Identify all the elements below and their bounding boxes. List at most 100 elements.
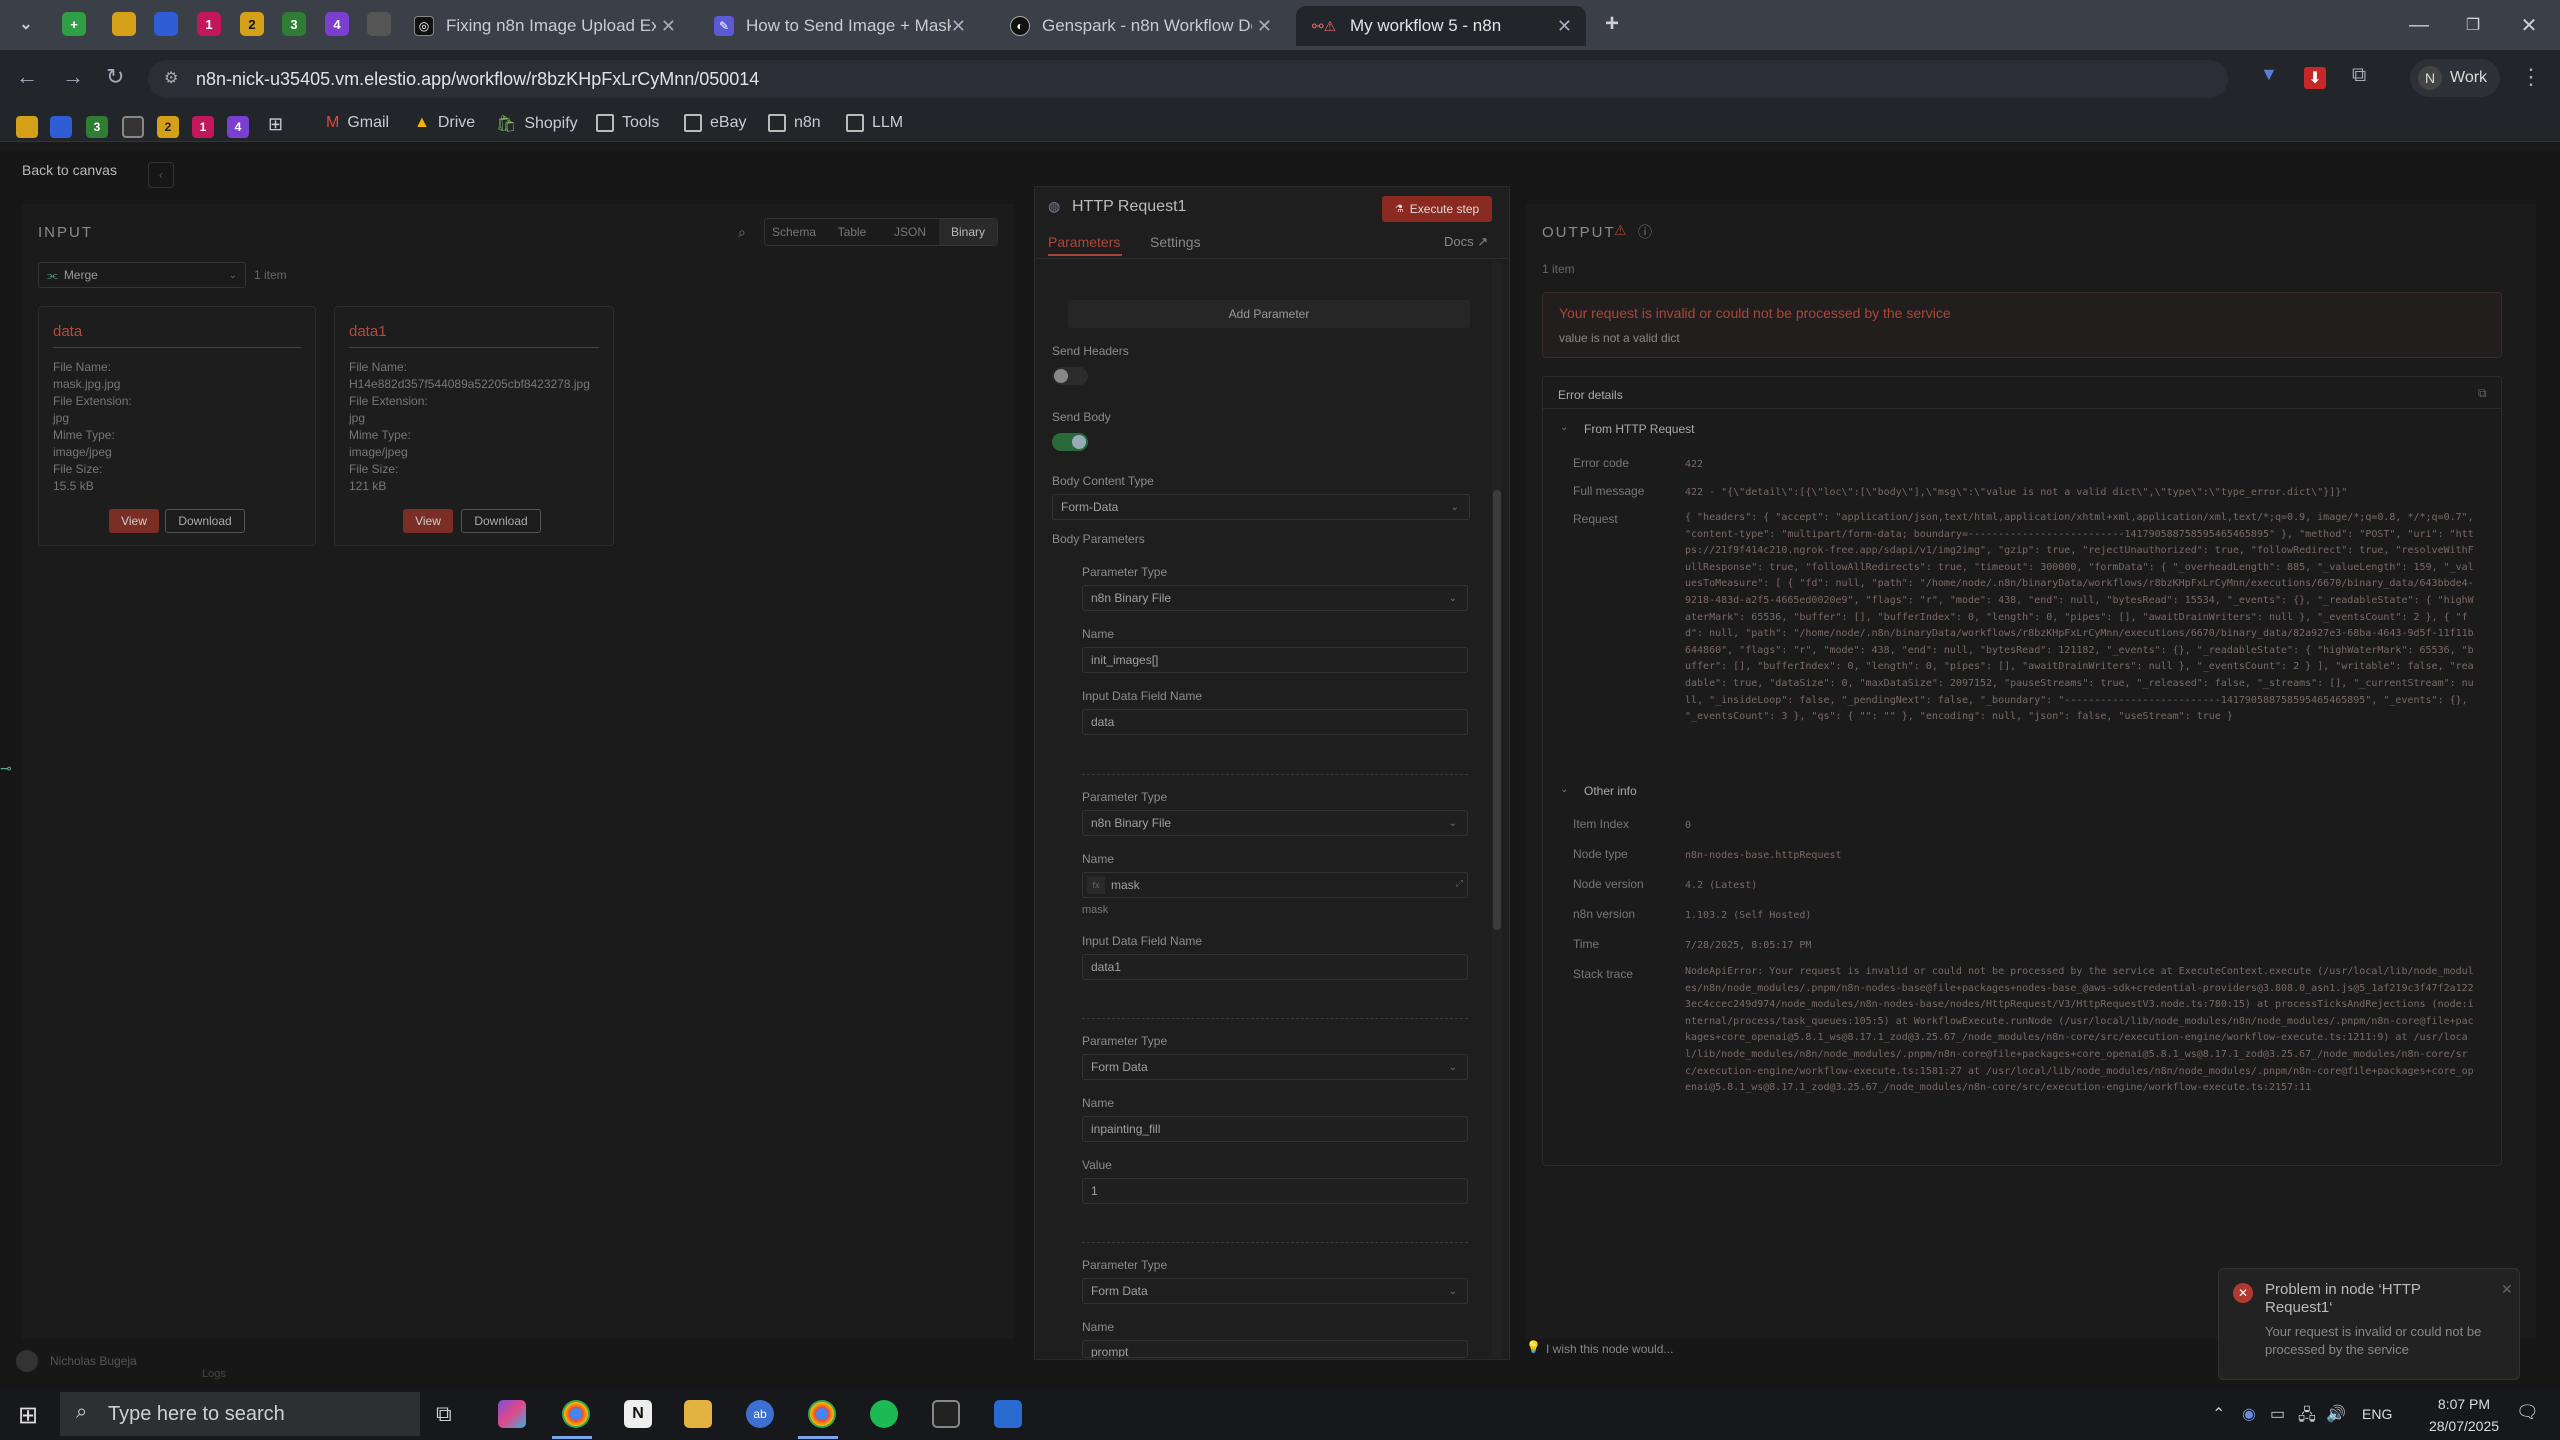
language-indicator[interactable]: ENG xyxy=(2362,1406,2392,1422)
bookmark-2[interactable]: 2 xyxy=(157,116,179,138)
info-icon[interactable]: ⓘ xyxy=(1638,222,1652,242)
tray-app-icon[interactable]: ◉ xyxy=(2242,1404,2256,1424)
notion-icon[interactable]: N xyxy=(624,1400,652,1428)
extension-icon[interactable]: ▼ xyxy=(2260,64,2278,85)
bookmark-ebay[interactable]: eBay xyxy=(684,114,746,132)
task-view-icon[interactable]: ⧉ xyxy=(436,1401,452,1427)
download-button[interactable]: Download xyxy=(461,509,541,533)
param-field-input[interactable]: data1 xyxy=(1082,954,1468,980)
chrome-icon[interactable] xyxy=(562,1400,590,1428)
tab-settings[interactable]: Settings xyxy=(1150,234,1201,250)
close-icon[interactable]: ✕ xyxy=(1557,16,1572,37)
copy-icon[interactable]: ⧉ xyxy=(2478,386,2487,401)
close-icon[interactable]: ✕ xyxy=(951,16,966,37)
apps-grid-icon[interactable]: ⊞ xyxy=(268,114,283,135)
close-icon[interactable]: ✕ xyxy=(2501,1281,2513,1298)
close-icon[interactable]: ✕ xyxy=(661,16,676,37)
param-name-input[interactable]: prompt xyxy=(1082,1340,1468,1358)
scrollbar-thumb[interactable] xyxy=(1493,490,1501,930)
pinned-tab-blue[interactable] xyxy=(154,12,178,36)
tab-parameters[interactable]: Parameters xyxy=(1048,234,1120,250)
app-icon[interactable]: ab xyxy=(746,1400,774,1428)
param-field-input[interactable]: data xyxy=(1082,709,1468,735)
node-title[interactable]: HTTP Request1 xyxy=(1072,198,1186,216)
view-button[interactable]: View xyxy=(109,509,159,533)
from-http-request-header[interactable]: From HTTP Request xyxy=(1584,422,1694,436)
back-to-canvas-link[interactable]: Back to canvas xyxy=(22,162,117,178)
bookmark-tools[interactable]: Tools xyxy=(596,114,659,132)
site-info-icon[interactable]: ⚙ xyxy=(164,68,178,88)
param-type-select[interactable]: Form Data ⌄ xyxy=(1082,1054,1468,1080)
minimize-icon[interactable]: — xyxy=(2394,8,2444,42)
execute-step-button[interactable]: ⚗ Execute step xyxy=(1382,196,1492,222)
windows-start-icon[interactable]: ⊞ xyxy=(18,1401,38,1430)
bookmark-gmail[interactable]: M Gmail xyxy=(326,114,389,132)
chrome-profile-icon[interactable] xyxy=(808,1400,836,1428)
bookmark-dark[interactable] xyxy=(122,116,144,138)
bookmark-3[interactable]: 3 xyxy=(86,116,108,138)
file-explorer-icon[interactable] xyxy=(684,1400,712,1428)
tab-how-to-send[interactable]: ✎ How to Send Image + Mask for ✕ xyxy=(700,6,980,46)
send-body-toggle[interactable] xyxy=(1052,433,1088,451)
body-content-type-select[interactable]: Form-Data ⌄ xyxy=(1052,494,1470,520)
tray-device-icon[interactable]: ▭ xyxy=(2270,1404,2285,1424)
param-name-input[interactable]: inpainting_fill xyxy=(1082,1116,1468,1142)
tab-table[interactable]: Table xyxy=(823,219,881,245)
param-type-select[interactable]: n8n Binary File ⌄ xyxy=(1082,585,1468,611)
canvas-edge-handle-icon[interactable]: ⊸ xyxy=(0,760,12,777)
tab-schema[interactable]: Schema xyxy=(765,219,823,245)
browser-menu-icon[interactable]: ⋮ xyxy=(2520,64,2542,90)
param-name-expression-input[interactable]: fx mask ⤢ xyxy=(1082,872,1468,898)
tab-my-workflow[interactable]: ⚯⚠ My workflow 5 - n8n ✕ xyxy=(1296,6,1586,46)
expand-icon[interactable]: ⤢ xyxy=(1456,878,1463,889)
bookmark-blue[interactable] xyxy=(50,116,72,138)
notifications-icon[interactable]: 🗨 xyxy=(2516,1402,2539,1423)
bookmark-4[interactable]: 4 xyxy=(227,116,249,138)
tab-fixing-n8n[interactable]: ◎ Fixing n8n Image Upload Expre ✕ xyxy=(400,6,690,46)
volume-icon[interactable]: 🔊 xyxy=(2326,1404,2346,1424)
extensions-puzzle-icon[interactable]: ⧉ xyxy=(2352,64,2366,87)
bookmark-1[interactable]: 1 xyxy=(192,116,214,138)
collapse-icon[interactable]: ‹ xyxy=(148,162,174,188)
pinned-tab-yellow[interactable] xyxy=(112,12,136,36)
view-button[interactable]: View xyxy=(403,509,453,533)
taskbar-search-input[interactable]: ⌕ Type here to search xyxy=(60,1392,420,1436)
tab-search-icon[interactable]: ⌄ xyxy=(14,12,38,36)
restore-icon[interactable]: ❐ xyxy=(2448,8,2498,42)
pinned-tab-3[interactable]: 3 xyxy=(282,12,306,36)
back-arrow-icon[interactable]: ← xyxy=(16,64,38,90)
param-value-input[interactable]: 1 xyxy=(1082,1178,1468,1204)
bookmark-drive[interactable]: ▲ Drive xyxy=(414,114,475,132)
add-parameter-button[interactable]: Add Parameter xyxy=(1068,300,1470,328)
user-name[interactable]: Nicholas Bugeja xyxy=(50,1354,137,1368)
pinned-tab-sheets[interactable]: + xyxy=(62,12,86,36)
new-tab-icon[interactable]: + xyxy=(1600,10,1624,37)
collapse-chevron-icon[interactable]: ⌄ xyxy=(1560,422,1568,433)
collapse-chevron-icon[interactable]: ⌄ xyxy=(1560,784,1568,795)
remote-desktop-icon[interactable] xyxy=(994,1400,1022,1428)
network-icon[interactable]: 🖧 xyxy=(2298,1404,2316,1431)
send-headers-toggle[interactable] xyxy=(1052,367,1088,385)
other-info-header[interactable]: Other info xyxy=(1584,784,1637,798)
copilot-icon[interactable] xyxy=(498,1400,526,1428)
param-name-input[interactable]: init_images[] xyxy=(1082,647,1468,673)
pinned-tab-2[interactable]: 2 xyxy=(240,12,264,36)
tab-json[interactable]: JSON xyxy=(881,219,939,245)
clock-time[interactable]: 8:07 PM xyxy=(2424,1396,2504,1412)
pinned-tab-gray[interactable] xyxy=(367,12,391,36)
docs-link[interactable]: Docs ↗ xyxy=(1444,234,1488,250)
window-close-icon[interactable]: ✕ xyxy=(2504,8,2554,42)
terminal-icon[interactable] xyxy=(932,1400,960,1428)
feedback-link[interactable]: I wish this node would... xyxy=(1546,1342,1673,1356)
source-node-select[interactable]: ⫘ Merge ⌄ xyxy=(38,262,246,288)
spotify-icon[interactable] xyxy=(870,1400,898,1428)
bookmark-llm[interactable]: LLM xyxy=(846,114,903,132)
bookmark-n8n[interactable]: n8n xyxy=(768,114,821,132)
bookmark-shopify[interactable]: 🛍 Shopify xyxy=(496,114,578,134)
fx-icon[interactable]: fx xyxy=(1087,876,1105,894)
search-icon[interactable]: ⌕ xyxy=(738,224,746,241)
download-extension-icon[interactable]: ⬇ xyxy=(2304,67,2326,89)
param-type-select[interactable]: n8n Binary File ⌄ xyxy=(1082,810,1468,836)
address-bar[interactable]: ⚙ n8n-nick-u35405.vm.elestio.app/workflo… xyxy=(148,60,2228,98)
profile-button[interactable]: N Work xyxy=(2410,59,2500,97)
